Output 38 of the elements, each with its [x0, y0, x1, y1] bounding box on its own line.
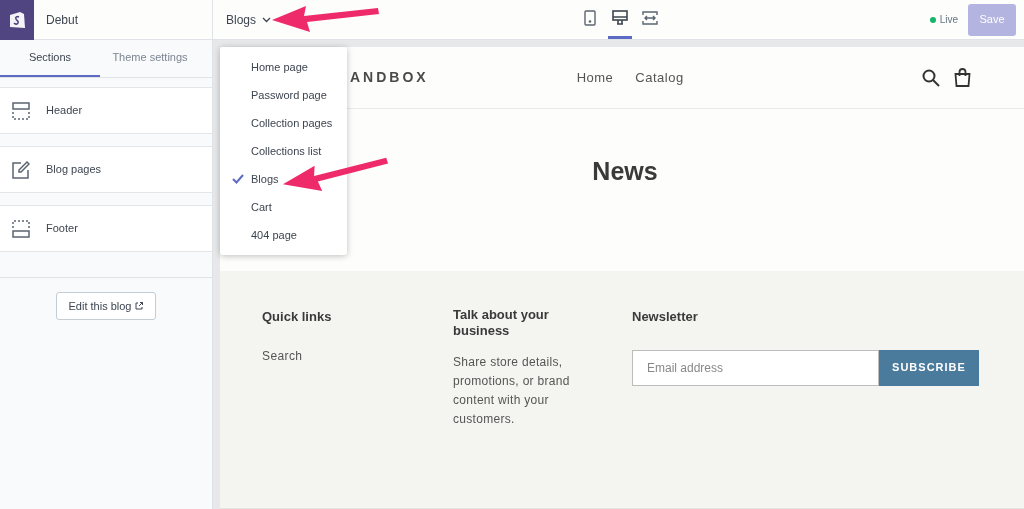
dropdown-item[interactable]: Cart [220, 193, 347, 221]
edit-blog-button[interactable]: Edit this blog [55, 292, 157, 320]
check-icon [232, 174, 244, 184]
subscribe-button[interactable]: SUBSCRIBE [879, 349, 979, 386]
footer-heading: Newsletter [632, 308, 699, 326]
shopping-bag-icon[interactable] [954, 68, 971, 87]
footer-text: Share store details, promotions, or brand content with your customers. [453, 354, 571, 428]
sidebar-tab[interactable]: Sections [0, 40, 100, 77]
edit-icon [12, 160, 30, 179]
sidebar-tab[interactable]: Theme settings [100, 40, 200, 77]
email-field[interactable]: Email address [632, 349, 879, 386]
dropdown-item[interactable]: 404 page [220, 221, 347, 249]
page-title: News [592, 156, 658, 187]
footer-link[interactable]: Search [262, 346, 453, 365]
expand-width-icon [642, 11, 659, 25]
dropdown-item[interactable]: Blogs [220, 165, 347, 193]
store-logo-text: ANDBOX [350, 68, 429, 87]
section-item[interactable]: Header [0, 87, 212, 134]
footer-heading: Quick links [262, 308, 333, 326]
nav-link[interactable]: Catalog [635, 67, 684, 88]
live-status: Live [939, 13, 958, 27]
page-picker[interactable]: Blogs [226, 10, 272, 29]
dropdown-item[interactable]: Password page [220, 81, 347, 109]
header-layout-icon [12, 101, 30, 120]
phone-icon [584, 10, 597, 26]
theme-name: Debut [46, 11, 79, 29]
desktop-icon [612, 10, 629, 26]
nav-link[interactable]: Home [576, 67, 614, 88]
dropdown-item[interactable]: Home page [220, 53, 347, 81]
chevron-down-icon [262, 16, 272, 23]
footer-heading: Talk about your business [453, 307, 550, 339]
footer-layout-icon [12, 219, 30, 238]
dropdown-item[interactable]: Collections list [220, 137, 347, 165]
section-item[interactable]: Footer [0, 205, 212, 252]
dropdown-item[interactable]: Collection pages [220, 109, 347, 137]
section-item[interactable]: Blog pages [0, 146, 212, 193]
search-icon[interactable] [922, 68, 940, 87]
external-link-icon [135, 302, 144, 310]
